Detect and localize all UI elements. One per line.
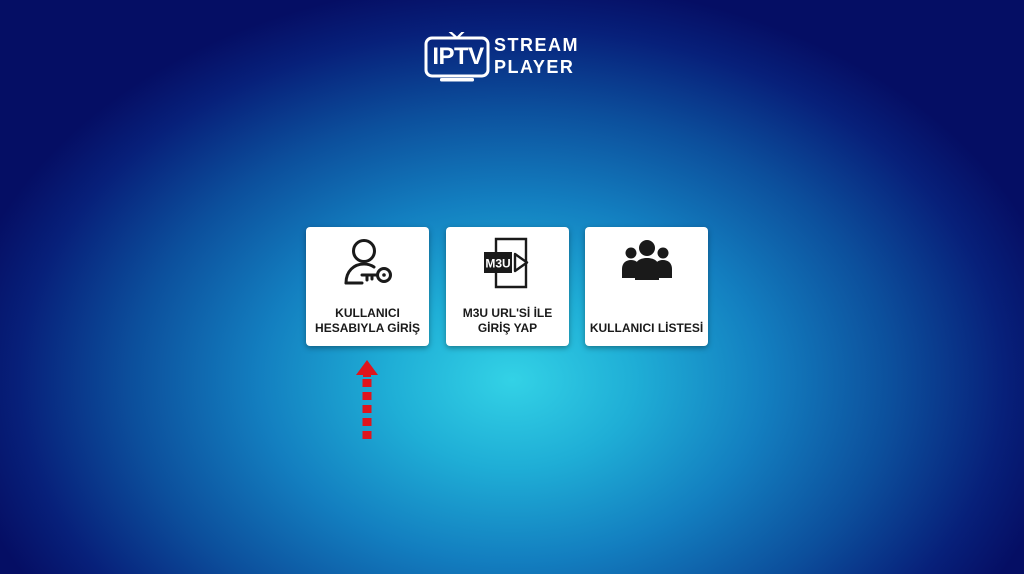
user-list-button[interactable]: KULLANICI LİSTESİ <box>585 227 708 346</box>
logo-badge-text: IPTV <box>432 43 484 70</box>
logo-word-player: PLAYER <box>494 57 575 77</box>
account-login-label-line-1: KULLANICI <box>335 306 400 320</box>
m3u-login-button[interactable]: M3U M3U URL'Sİ İLE GİRİŞ YAP <box>446 227 569 346</box>
user-list-label-line-1: KULLANICI LİSTESİ <box>589 321 704 335</box>
account-login-label: KULLANICI HESABIYLA GİRİŞ <box>310 306 425 336</box>
user-key-icon <box>344 239 392 285</box>
app-logo: IPTV STREAM PLAYER <box>424 18 604 86</box>
m3u-login-label: M3U URL'Sİ İLE GİRİŞ YAP <box>450 306 565 336</box>
users-group-icon <box>621 240 672 280</box>
user-list-label: KULLANICI LİSTESİ <box>589 321 704 336</box>
m3u-login-label-line-1: M3U URL'Sİ İLE <box>462 306 553 320</box>
account-login-label-line-2: HESABIYLA GİRİŞ <box>315 321 420 335</box>
m3u-file-icon: M3U <box>483 237 528 289</box>
logo-word-stream: STREAM <box>494 35 579 55</box>
account-login-button[interactable]: KULLANICI HESABIYLA GİRİŞ <box>306 227 429 346</box>
m3u-login-label-line-2: GİRİŞ YAP <box>477 321 538 335</box>
dashed-up-arrow-icon <box>356 360 378 439</box>
m3u-icon-text: M3U <box>485 257 510 271</box>
